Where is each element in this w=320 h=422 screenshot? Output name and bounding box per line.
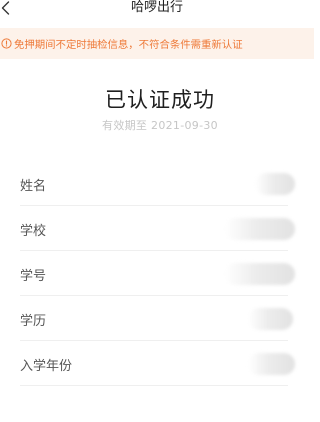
info-label-school: 学校 bbox=[20, 224, 47, 239]
blurred-value-school bbox=[225, 218, 295, 240]
info-label-enrollment-year: 入学年份 bbox=[20, 359, 73, 374]
blurred-value-student-id bbox=[225, 263, 295, 285]
verification-status-title: 已认证成功 bbox=[105, 88, 215, 112]
info-circle-icon bbox=[1, 38, 12, 49]
notice-banner: 免押期间不定时抽检信息，不符合条件需重新认证 bbox=[0, 28, 314, 59]
blurred-value-education bbox=[248, 308, 293, 330]
info-row-student-id: 学号 bbox=[20, 251, 295, 296]
info-label-name: 姓名 bbox=[20, 179, 47, 194]
student-info-list: 姓名 学校 学号 学历 入学年份 bbox=[20, 161, 295, 386]
info-row-enrollment-year: 入学年份 bbox=[20, 341, 295, 386]
info-row-education: 学历 bbox=[20, 296, 293, 341]
nav-bar: 哈啰出行 bbox=[0, 0, 314, 22]
info-row-name: 姓名 bbox=[20, 161, 295, 206]
validity-date: 有效期至 2021-09-30 bbox=[102, 119, 218, 132]
blurred-value-name bbox=[255, 173, 295, 195]
info-row-school: 学校 bbox=[20, 206, 295, 251]
info-label-student-id: 学号 bbox=[20, 269, 47, 284]
blurred-value-enrollment-year bbox=[248, 353, 295, 375]
page-title: 哈啰出行 bbox=[130, 0, 183, 15]
notice-text: 免押期间不定时抽检信息，不符合条件需重新认证 bbox=[14, 39, 243, 51]
info-label-education: 学历 bbox=[20, 314, 47, 329]
